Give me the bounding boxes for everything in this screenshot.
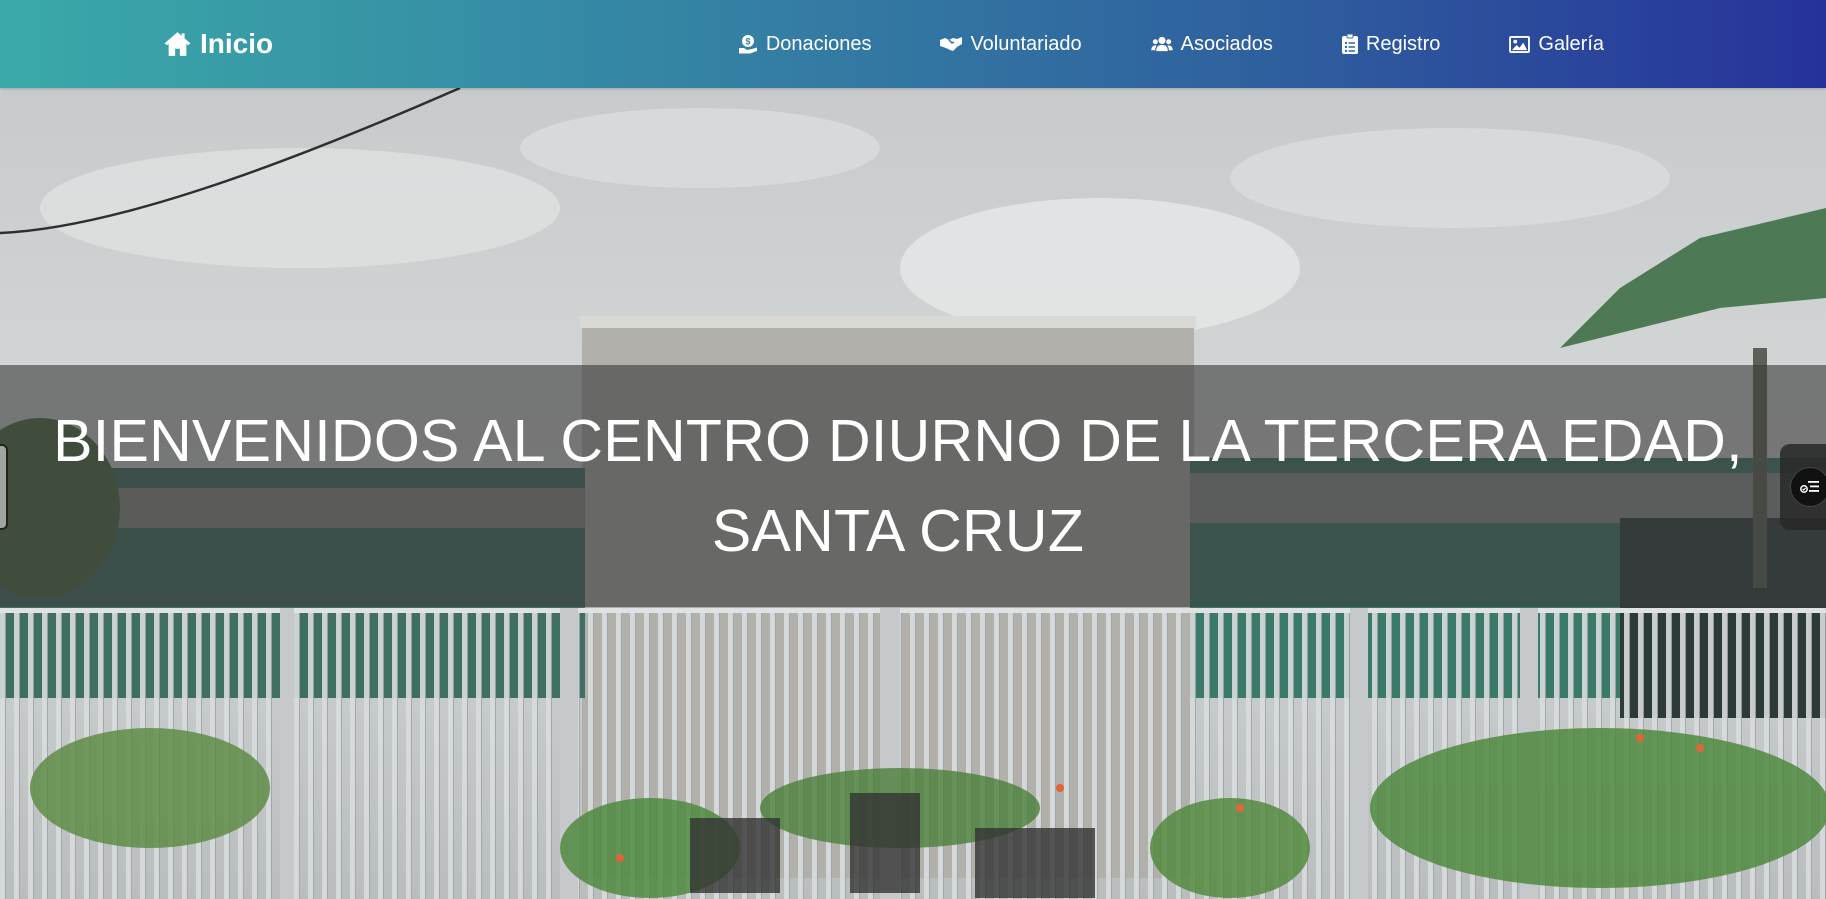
side-tab-handle[interactable] — [0, 444, 8, 530]
nav-link-label: Asociados — [1180, 32, 1273, 55]
hero-title-banner: BIENVENIDOS AL CENTRO DIURNO DE LA TERCE… — [0, 365, 1826, 607]
clipboard-list-icon — [1341, 34, 1358, 54]
accessibility-menu-icon[interactable] — [1790, 467, 1826, 507]
hero-section: BIENVENIDOS AL CENTRO DIURNO DE LA TERCE… — [0, 88, 1826, 899]
nav-link-galeria[interactable]: Galería — [1509, 33, 1604, 56]
image-icon — [1509, 35, 1531, 53]
nav-link-label: Galería — [1538, 32, 1604, 55]
nav-link-asociados[interactable]: Asociados — [1150, 32, 1273, 56]
brand-home-link[interactable]: Inicio — [163, 27, 273, 61]
nav-link-donaciones[interactable]: $ Donaciones — [738, 32, 872, 56]
hand-holding-dollar-icon: $ — [738, 35, 757, 54]
top-navbar: Inicio $ Donaciones Voluntariado Asociad… — [0, 0, 1826, 88]
svg-text:$: $ — [745, 37, 750, 47]
users-icon — [1150, 36, 1173, 52]
home-icon — [164, 32, 191, 56]
handshake-icon — [940, 37, 963, 51]
brand-label: Inicio — [200, 28, 274, 59]
nav-link-label: Voluntariado — [970, 32, 1082, 55]
nav-link-label: Donaciones — [765, 32, 872, 55]
nav-links: $ Donaciones Voluntariado Asociados Regi… — [738, 29, 1604, 59]
hero-title: BIENVENIDOS AL CENTRO DIURNO DE LA TERCE… — [53, 408, 1743, 564]
nav-link-voluntariado[interactable]: Voluntariado — [940, 32, 1082, 56]
nav-link-registro[interactable]: Registro — [1341, 32, 1441, 56]
accessibility-widget[interactable] — [1780, 444, 1826, 530]
nav-link-label: Registro — [1365, 32, 1441, 55]
